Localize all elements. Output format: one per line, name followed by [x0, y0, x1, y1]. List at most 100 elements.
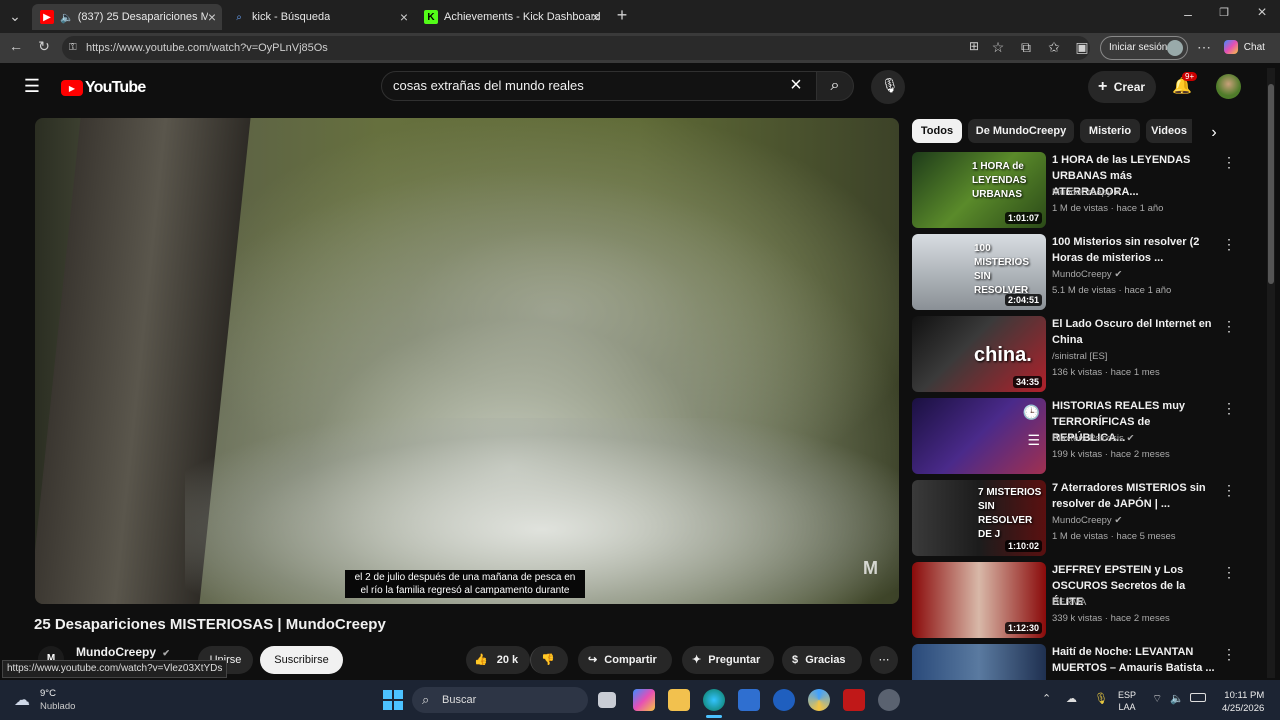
recommendation-item[interactable]: Haití de Noche: LEVANTAN MUERTOS – Amaur… [912, 644, 1242, 680]
site-info-icon[interactable]: ⚿ [69, 36, 77, 60]
search-button[interactable]: ⌕ [816, 71, 854, 101]
recommendation-channel[interactable]: MundoCreepy ✔ [1052, 187, 1122, 198]
tab-youtube[interactable]: ▶ 🔈 (837) 25 Desapariciones MISTE × [32, 4, 222, 30]
store-icon[interactable] [738, 689, 760, 711]
recommendation-channel[interactable]: DERMA [1052, 597, 1086, 608]
recommendation-channel[interactable]: MundoCreepy ✔ [1052, 269, 1122, 280]
recommendation-item[interactable]: 🕒 ☰ HISTORIAS REALES muy TERRORÍFICAS de… [912, 398, 1242, 476]
recommendation-channel[interactable]: MundoCreepy ✔ [1052, 515, 1122, 526]
chip-todos[interactable]: Todos [912, 119, 962, 143]
maximize-icon[interactable]: ❐ [1216, 6, 1232, 19]
more-actions-button[interactable]: ⋯ [870, 646, 898, 674]
tray-network-app-icon[interactable]: ☁ [1066, 692, 1077, 705]
create-button[interactable]: + Crear [1088, 71, 1156, 103]
video-player[interactable]: M [35, 118, 899, 604]
tray-mic-icon[interactable]: 🎙 [1094, 692, 1108, 705]
recommendation-item[interactable]: 100 MISTERIOS SIN RESOLVER 2:04:51 100 M… [912, 234, 1242, 312]
kebab-menu-icon[interactable]: ⋮ [1222, 236, 1236, 253]
video-thumbnail[interactable]: 🕒 ☰ [912, 398, 1046, 474]
youtube-logo[interactable]: ▶ YouTube [61, 78, 146, 98]
notifications-button[interactable]: 🔔 9+ [1172, 72, 1198, 98]
hp-app-icon[interactable] [773, 689, 795, 711]
kebab-menu-icon[interactable]: ⋮ [1222, 154, 1236, 171]
channel-name[interactable]: MundoCreepy ✔ [76, 645, 170, 659]
edge-browser-icon[interactable] [703, 689, 725, 711]
page-scrollbar[interactable] [1267, 68, 1275, 678]
ask-button[interactable]: ✦ Preguntar [682, 646, 774, 674]
recommendation-item[interactable]: 1:12:30 JEFFREY EPSTEIN y Los OSCUROS Se… [912, 562, 1242, 640]
tab-list-icon[interactable]: ⌄ [6, 8, 24, 25]
extensions-icon[interactable]: ⧉ [1018, 39, 1034, 56]
recommendation-title[interactable]: Haití de Noche: LEVANTAN MUERTOS – Amaur… [1052, 644, 1218, 676]
video-thumbnail[interactable] [912, 644, 1046, 680]
video-thumbnail[interactable]: 1:12:30 [912, 562, 1046, 638]
kebab-menu-icon[interactable]: ⋮ [1222, 400, 1236, 417]
video-thumbnail[interactable]: 100 MISTERIOS SIN RESOLVER 2:04:51 [912, 234, 1046, 310]
more-menu-icon[interactable]: ⋯ [1196, 39, 1212, 56]
video-thumbnail[interactable]: 1 HORA de LEYENDAS URBANAS 1:01:07 [912, 152, 1046, 228]
url-field[interactable]: ⚿ https://www.youtube.com/watch?v=OyPLnV… [62, 36, 1090, 60]
volume-icon[interactable]: 🔈 [1170, 692, 1184, 705]
close-tab-icon[interactable]: × [592, 9, 600, 25]
recommendation-item[interactable]: 1 HORA de LEYENDAS URBANAS 1:01:07 1 HOR… [912, 152, 1242, 230]
read-mode-icon[interactable]: ⊞ [966, 39, 982, 53]
favorites-icon[interactable]: ✩ [1046, 39, 1062, 56]
share-button[interactable]: ↪ Compartir [578, 646, 672, 674]
tray-overflow-icon[interactable]: ⌃ [1042, 692, 1051, 705]
recommendation-channel[interactable]: /sinistral [ES] [1052, 351, 1107, 362]
close-window-icon[interactable]: × [1254, 4, 1270, 22]
hamburger-menu-icon[interactable]: ☰ [22, 76, 42, 97]
recommendation-title[interactable]: El Lado Oscuro del Internet en China [1052, 316, 1218, 348]
recommendation-item[interactable]: china. 34:35 El Lado Oscuro del Internet… [912, 316, 1242, 394]
close-tab-icon[interactable]: × [400, 9, 408, 25]
security-app-icon[interactable] [843, 689, 865, 711]
refresh-icon[interactable]: ↻ [36, 38, 52, 55]
tab-kick-search[interactable]: ⌕ kick - Búsqueda × [224, 4, 414, 30]
video-thumbnail[interactable]: 7 MISTERIOS SIN RESOLVER DE J 1:10:02 [912, 480, 1046, 556]
close-tab-icon[interactable]: × [208, 9, 216, 25]
chevron-right-icon[interactable]: › [1206, 124, 1222, 142]
language-indicator[interactable]: ESP LAA [1118, 689, 1136, 713]
kebab-menu-icon[interactable]: ⋮ [1222, 482, 1236, 499]
add-to-queue-icon[interactable]: ☰ [1027, 432, 1040, 449]
video-thumbnail[interactable]: china. 34:35 [912, 316, 1046, 392]
kebab-menu-icon[interactable]: ⋮ [1222, 564, 1236, 581]
search-input[interactable]: cosas extrañas del mundo reales [381, 71, 818, 101]
file-explorer-icon[interactable] [668, 689, 690, 711]
start-button[interactable] [383, 690, 403, 710]
scrollbar-thumb[interactable] [1268, 84, 1274, 284]
copilot-chat-button[interactable]: Chat [1224, 40, 1265, 54]
chip-de-mundocreepy[interactable]: De MundoCreepy [968, 119, 1074, 143]
recommendation-channel[interactable]: Blaxters Psicosis ✔ [1052, 433, 1134, 444]
new-tab-icon[interactable]: + [612, 5, 632, 26]
kebab-menu-icon[interactable]: ⋮ [1222, 318, 1236, 335]
favorite-star-icon[interactable]: ☆ [990, 39, 1006, 56]
dislike-button[interactable]: 👎 [530, 646, 568, 674]
recommendation-title[interactable]: 7 Aterradores MISTERIOS sin resolver de … [1052, 480, 1218, 512]
recommendation-title[interactable]: 100 Misterios sin resolver (2 Horas de m… [1052, 234, 1218, 266]
voice-search-button[interactable]: 🎙 [871, 70, 905, 104]
signin-button[interactable]: Iniciar sesión [1100, 36, 1188, 60]
wifi-icon[interactable]: ⌔ [1152, 692, 1162, 706]
recommendation-item[interactable]: 7 MISTERIOS SIN RESOLVER DE J 1:10:02 7 … [912, 480, 1242, 558]
clear-search-icon[interactable]: × [787, 74, 805, 97]
battery-icon[interactable] [1190, 693, 1206, 702]
clock[interactable]: 10:11 PM 4/25/2026 [1222, 689, 1264, 715]
settings-app-icon[interactable] [878, 689, 900, 711]
taskbar-search[interactable]: ⌕ Buscar [412, 687, 588, 713]
subscribe-button[interactable]: Suscribirse [260, 646, 343, 674]
chip-misterio[interactable]: Misterio [1080, 119, 1140, 143]
kebab-menu-icon[interactable]: ⋮ [1222, 646, 1236, 663]
collections-icon[interactable]: ▣ [1074, 39, 1090, 56]
chip-videos[interactable]: Videos [1146, 119, 1192, 143]
weather-widget[interactable]: ☁ 9°C Nublado [14, 688, 84, 714]
task-view-icon[interactable] [598, 692, 616, 708]
back-icon[interactable]: ← [8, 38, 24, 54]
like-button[interactable]: 👍 20 k [466, 646, 530, 674]
minimize-icon[interactable]: – [1180, 6, 1196, 22]
account-avatar[interactable] [1216, 74, 1241, 99]
copilot-app-icon[interactable] [633, 689, 655, 711]
thanks-button[interactable]: $ Gracias [782, 646, 862, 674]
watch-later-icon[interactable]: 🕒 [1023, 404, 1040, 421]
chrome-like-app-icon[interactable] [808, 689, 830, 711]
